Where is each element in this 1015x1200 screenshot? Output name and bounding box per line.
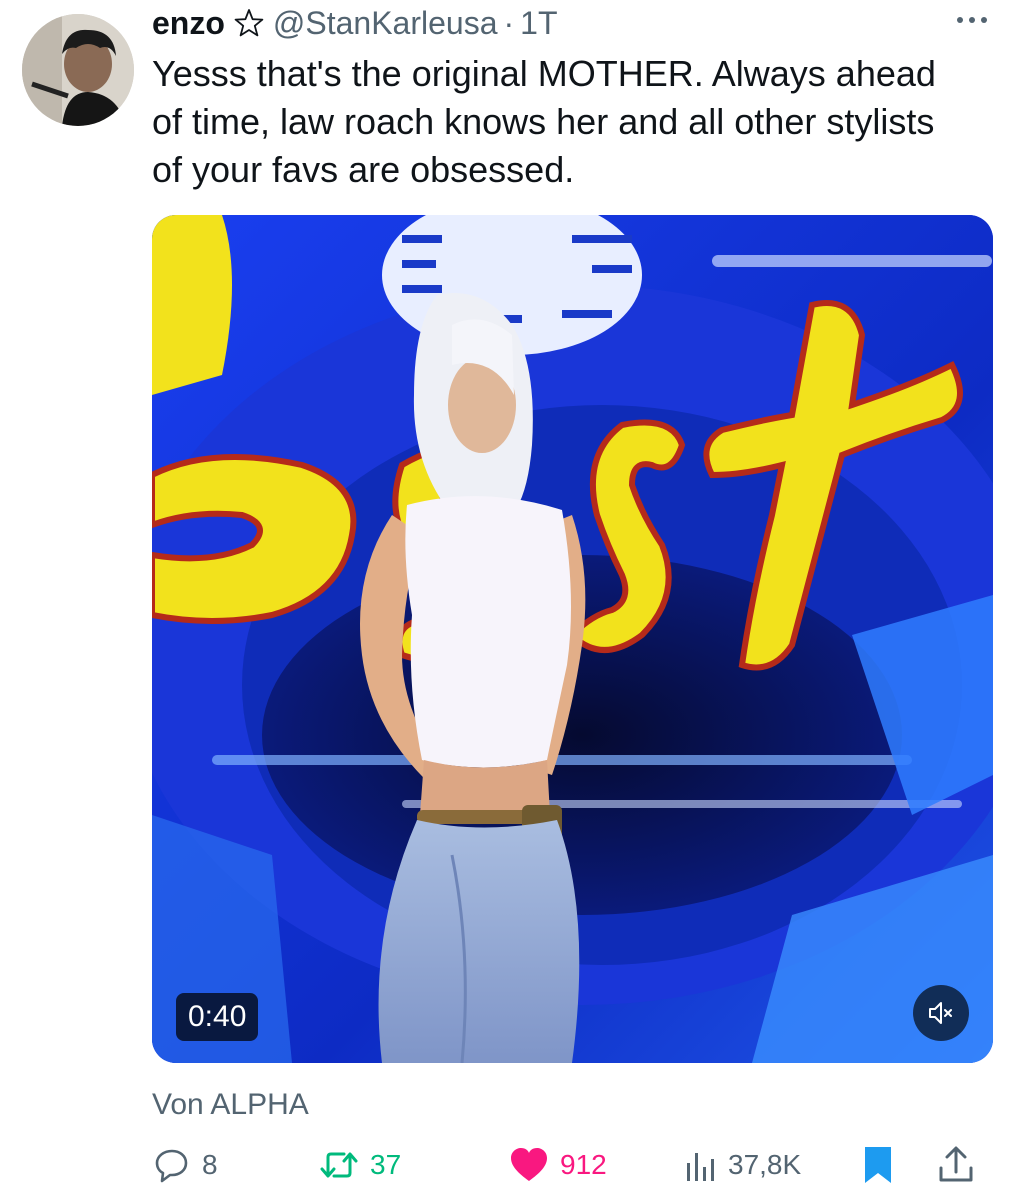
avatar[interactable] [22,14,134,126]
video-frame [152,215,993,1063]
retweet-count: 37 [370,1149,402,1180]
post-time[interactable]: 1T [520,5,557,42]
tweet-text: Yesss that's the original MOTHER. Always… [152,50,997,194]
share-upload-icon [936,1144,976,1186]
view-count: 37,8K [728,1149,802,1180]
star-outline-icon [233,7,265,39]
volume-muted-icon[interactable] [913,985,969,1041]
views-button[interactable]: 37,8K [682,1140,801,1190]
tweet-text-line: Yesss that's the original MOTHER. Always… [152,53,936,94]
media-source[interactable]: Von ALPHA [152,1086,309,1124]
bookmark-button[interactable] [860,1140,896,1190]
tweet-header: enzo @StanKarleusa · 1T [152,2,558,44]
video-player[interactable]: 0:40 [152,215,993,1063]
reply-bubble-icon [152,1145,192,1185]
share-button[interactable] [936,1140,976,1190]
bar-chart-icon [682,1145,718,1185]
retweet-button[interactable]: 37 [318,1140,401,1190]
tweet-text-line: of time, law roach knows her and all oth… [152,101,935,142]
heart-filled-icon [508,1145,550,1185]
tweet: enzo @StanKarleusa · 1T Yesss that's the… [0,0,1015,1200]
retweet-icon [318,1145,360,1185]
avatar-image [22,14,134,126]
video-duration: 0:40 [176,993,259,1041]
tweet-text-line: of your favs are obsessed. [152,149,575,190]
action-bar: 8 37 912 37,8K [152,1140,997,1190]
reply-count: 8 [202,1149,218,1180]
author-name[interactable]: enzo [152,5,225,42]
bookmark-filled-icon [860,1144,896,1186]
author-handle[interactable]: @StanKarleusa [273,5,498,42]
separator-dot: · [503,4,515,41]
reply-button[interactable]: 8 [152,1140,218,1190]
like-button[interactable]: 912 [508,1140,607,1190]
like-count: 912 [560,1149,607,1180]
more-horizontal-icon[interactable] [954,10,990,30]
